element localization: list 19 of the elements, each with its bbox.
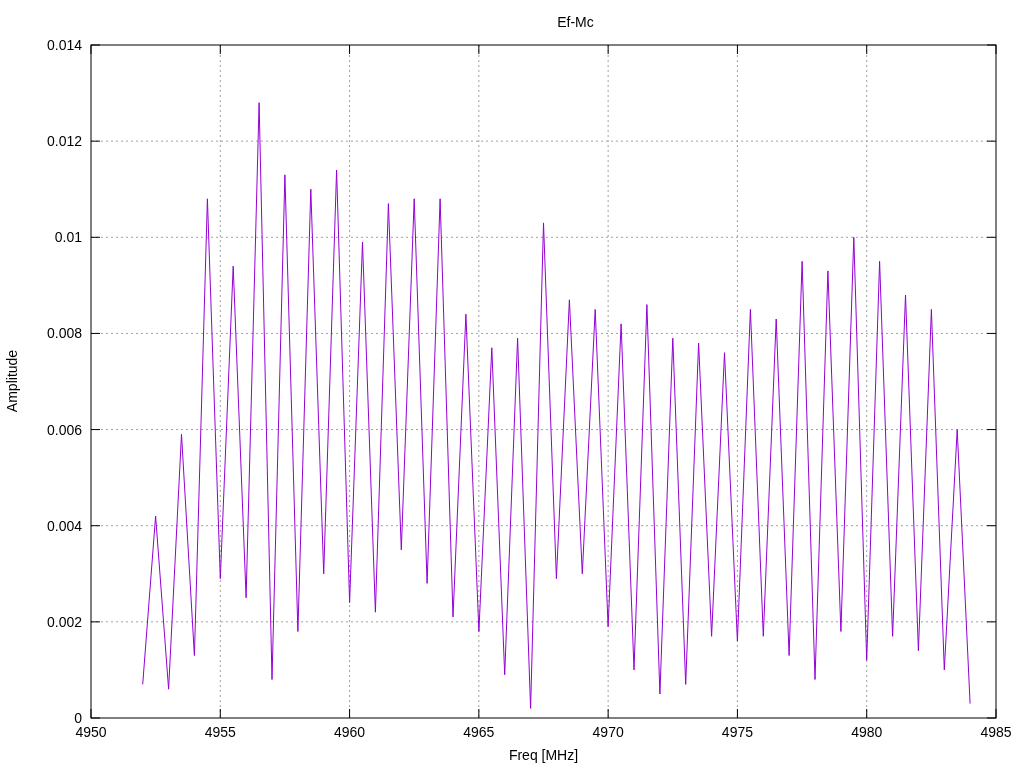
y-tick-label: 0.004 xyxy=(46,517,82,534)
x-tick-label: 4965 xyxy=(463,724,495,740)
y-axis-title: Amplitude xyxy=(4,349,20,413)
x-tick-label: 4975 xyxy=(721,724,753,740)
y-tick-label: 0.002 xyxy=(46,613,82,630)
y-tick-label: 0.01 xyxy=(54,229,82,246)
x-tick-label: 4970 xyxy=(592,724,624,740)
x-tick-label: 4960 xyxy=(334,724,366,740)
x-tick-label: 4955 xyxy=(204,724,236,740)
x-tick-label: 4980 xyxy=(851,724,883,740)
y-tick-label: 0.006 xyxy=(46,421,82,438)
x-tick-label: 4985 xyxy=(980,724,1012,740)
y-tick-label: 0.012 xyxy=(46,133,82,150)
y-tick-label: 0 xyxy=(74,710,82,726)
x-tick-label: 4950 xyxy=(75,724,107,740)
y-tick-label: 0.008 xyxy=(46,325,82,342)
y-tick-label: 0.014 xyxy=(46,37,82,53)
x-axis-title: Freq [MHz] xyxy=(508,747,579,763)
chart-title: Ef-Mc xyxy=(557,14,594,30)
